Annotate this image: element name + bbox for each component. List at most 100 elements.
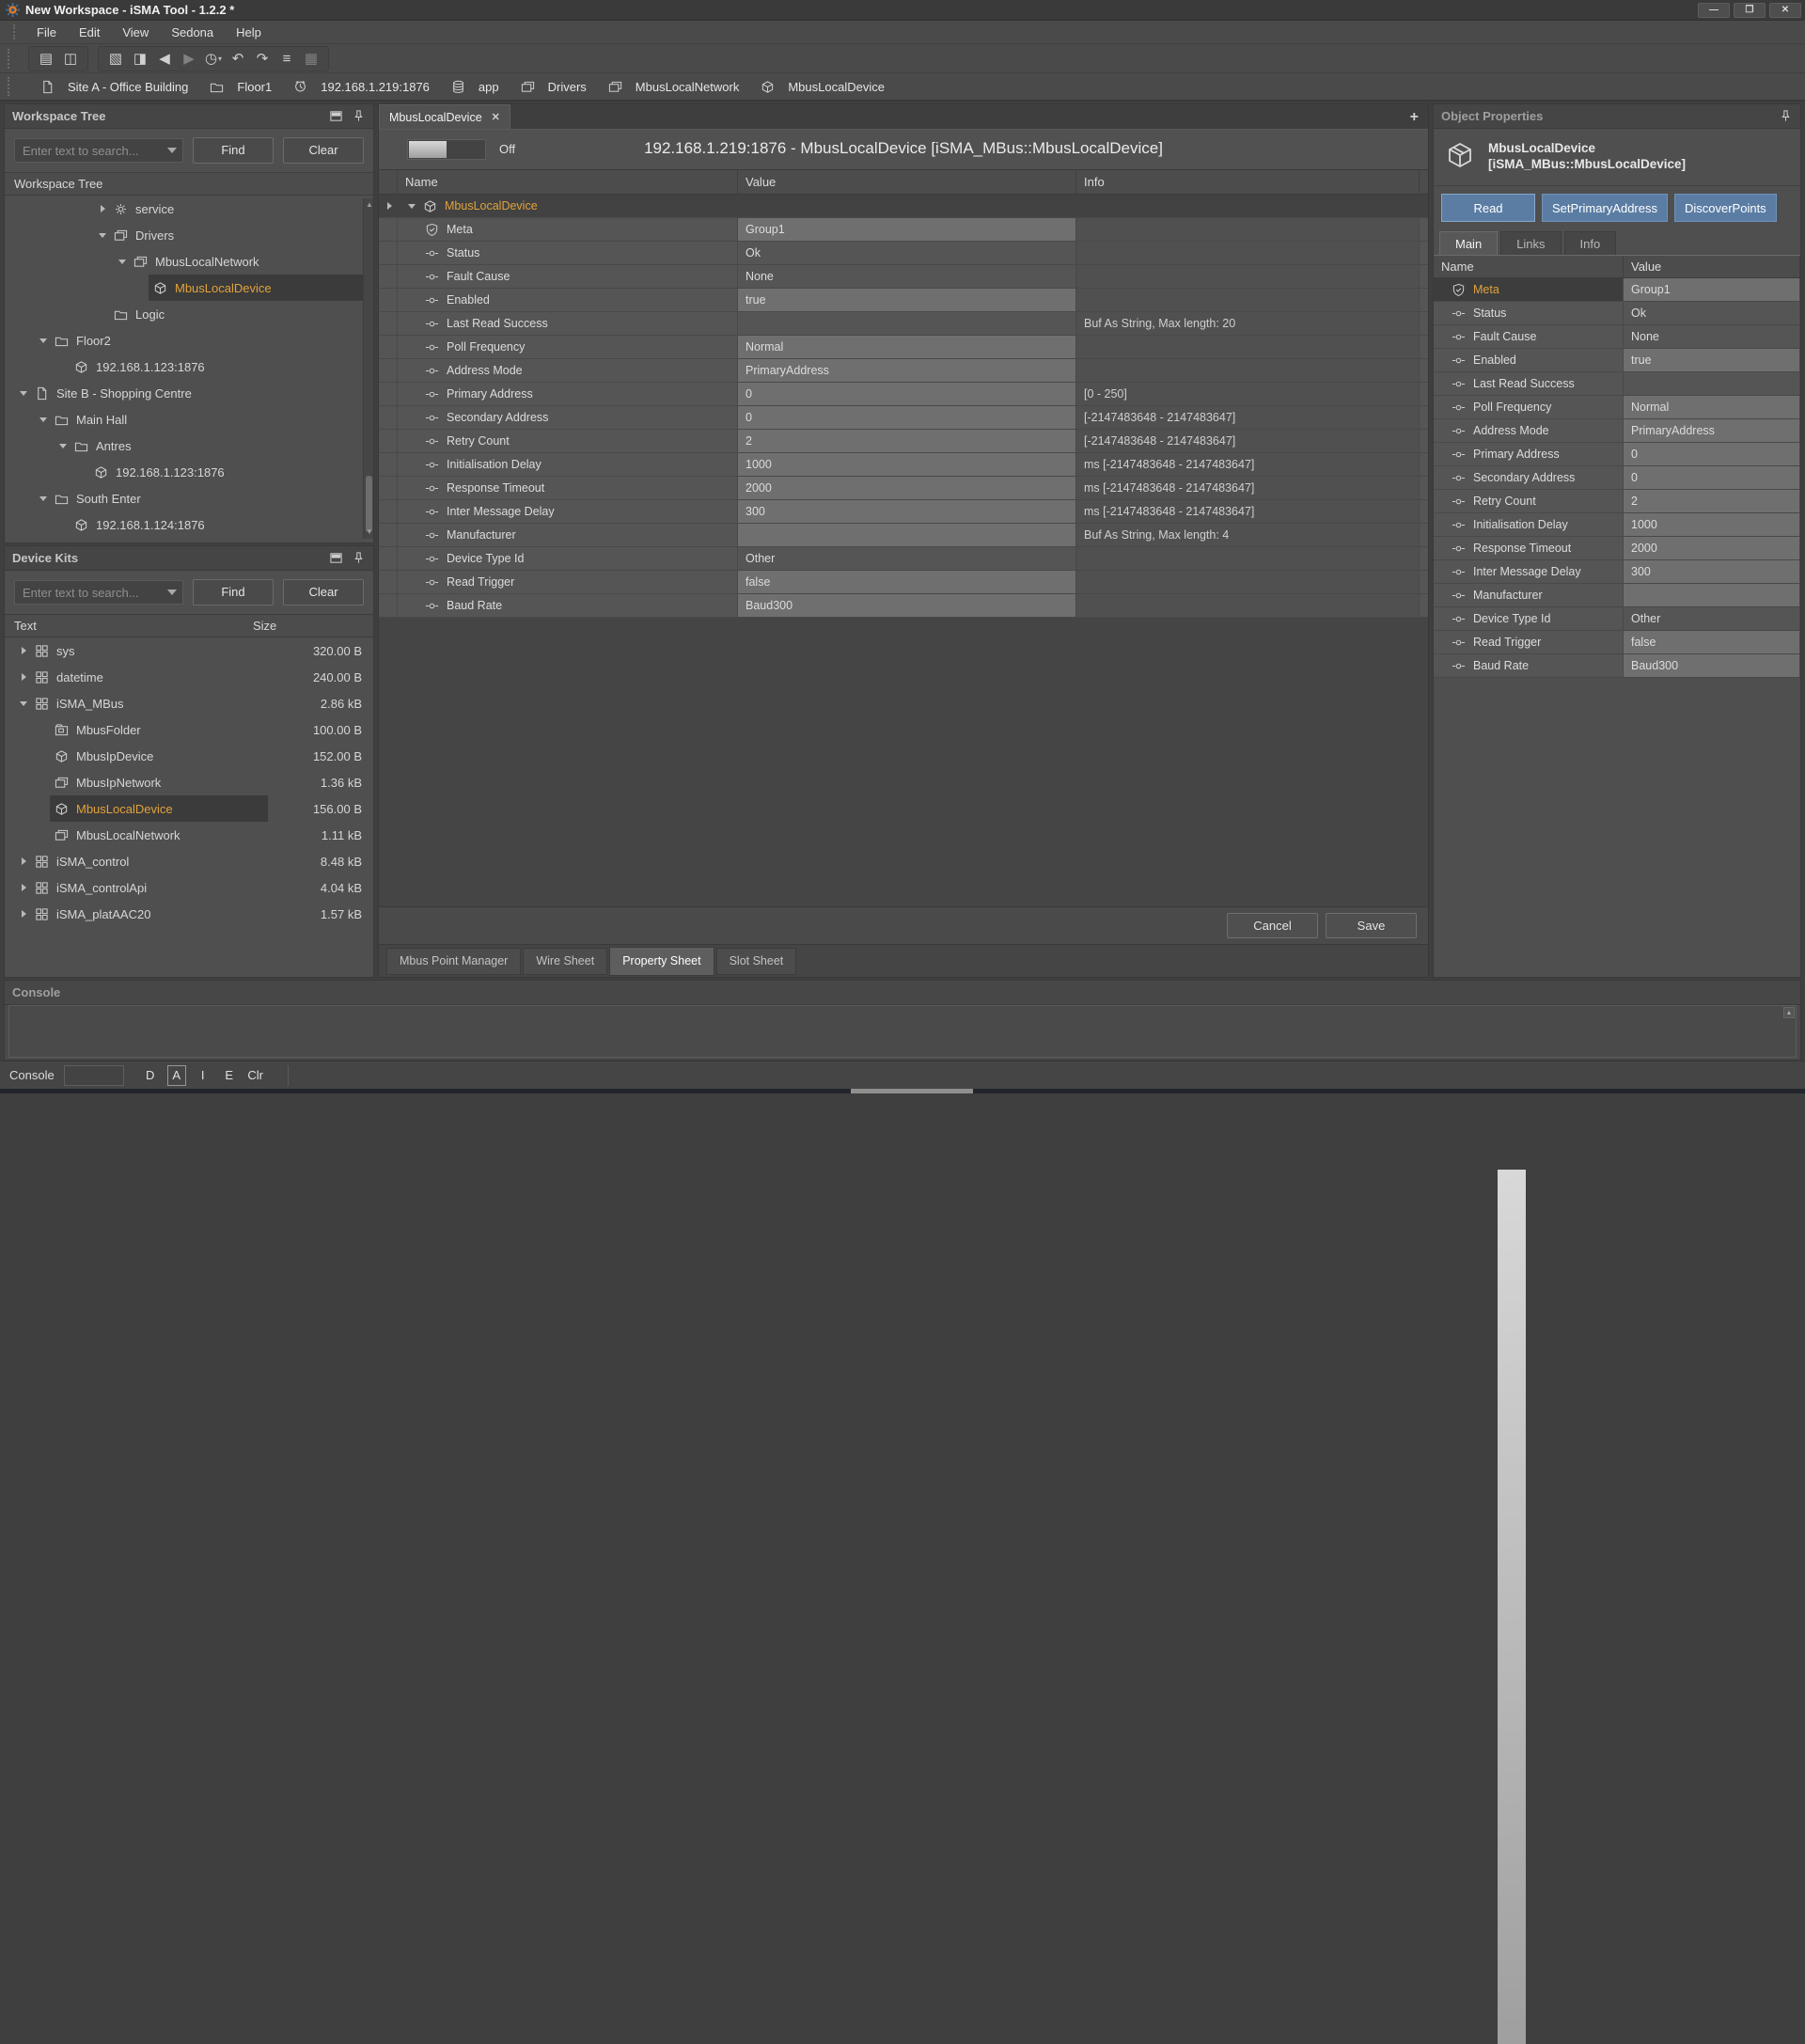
object-property-value[interactable]: 2000: [1624, 537, 1800, 559]
tree-item-south-enter[interactable]: South Enter: [5, 485, 373, 511]
object-row-response-timeout[interactable]: Response Timeout2000: [1434, 537, 1800, 560]
property-value[interactable]: 2: [738, 430, 1076, 452]
console-filter-d[interactable]: D: [141, 1065, 160, 1086]
menu-file[interactable]: File: [26, 23, 67, 42]
expander-closed-icon[interactable]: [17, 857, 30, 865]
breadcrumb-item[interactable]: 192.168.1.219:1876: [289, 79, 430, 94]
chevron-down-icon[interactable]: [167, 148, 177, 153]
close-button[interactable]: ✕: [1769, 3, 1801, 18]
object-row-primary-address[interactable]: Primary Address0: [1434, 443, 1800, 466]
object-property-value[interactable]: 0: [1624, 466, 1800, 489]
workspace-icon[interactable]: ▤: [35, 48, 57, 69]
minimize-button[interactable]: —: [1698, 3, 1730, 18]
object-row-manufacturer[interactable]: Manufacturer: [1434, 584, 1800, 607]
property-value[interactable]: Normal: [738, 336, 1076, 358]
property-value[interactable]: true: [738, 289, 1076, 311]
object-property-value[interactable]: Normal: [1624, 396, 1800, 418]
kit-item-mbuslocalnetwork[interactable]: MbusLocalNetwork1.11 kB: [5, 822, 373, 848]
menu-view[interactable]: View: [112, 23, 159, 42]
kit-item-mbusipnetwork[interactable]: MbusIpNetwork1.36 kB: [5, 769, 373, 795]
property-value[interactable]: 0: [738, 406, 1076, 429]
object-row-meta[interactable]: MetaGroup1: [1434, 278, 1800, 302]
view-tab-wire-sheet[interactable]: Wire Sheet: [523, 948, 607, 975]
redo-icon[interactable]: ↷: [251, 48, 274, 69]
tree-item-192-168-1-123-1876[interactable]: 192.168.1.123:1876: [5, 354, 373, 380]
view-tab-mbus-point-manager[interactable]: Mbus Point Manager: [386, 948, 521, 975]
property-row-response-timeout[interactable]: Response Timeout2000ms [-2147483648 - 21…: [379, 477, 1428, 500]
scroll-down-icon[interactable]: ▼: [366, 528, 373, 536]
library-icon[interactable]: ◨: [129, 48, 151, 69]
object-property-value[interactable]: 2: [1624, 490, 1800, 512]
tree-item-service[interactable]: service: [5, 196, 373, 222]
pin-icon[interactable]: [351, 110, 366, 123]
kits-find-button[interactable]: Find: [193, 579, 274, 605]
expander-open-icon[interactable]: [17, 391, 30, 396]
property-row-initialisation-delay[interactable]: Initialisation Delay1000ms [-2147483648 …: [379, 453, 1428, 477]
property-value[interactable]: 0: [738, 383, 1076, 405]
save-icon[interactable]: ◫: [59, 48, 82, 69]
property-root-row[interactable]: MbusLocalDevice: [379, 195, 1428, 218]
restore-button[interactable]: ❐: [1734, 3, 1766, 18]
kit-item-mbuslocaldevice[interactable]: MbusLocalDevice156.00 B: [5, 795, 373, 822]
tab-mbuslocaldevice[interactable]: MbusLocalDevice ✕: [379, 104, 510, 129]
console-output[interactable]: ▲: [8, 1005, 1797, 1058]
menu-help[interactable]: Help: [226, 23, 272, 42]
expander-open-icon[interactable]: [37, 417, 50, 422]
property-value[interactable]: [738, 524, 1076, 546]
breadcrumb-item[interactable]: Site A - Office Building: [36, 79, 188, 94]
property-row-meta[interactable]: MetaGroup1: [379, 218, 1428, 242]
workspace-find-button[interactable]: Find: [193, 137, 274, 164]
object-row-inter-message-delay[interactable]: Inter Message Delay300: [1434, 560, 1800, 584]
object-property-value[interactable]: true: [1624, 349, 1800, 371]
tree-item-main-hall[interactable]: Main Hall: [5, 406, 373, 432]
kit-item-mbusipdevice[interactable]: MbusIpDevice152.00 B: [5, 743, 373, 769]
kit-item-isma-plataac20[interactable]: iSMA_platAAC201.57 kB: [5, 901, 373, 927]
console-filter-i[interactable]: I: [194, 1065, 212, 1086]
object-row-device-type-id[interactable]: Device Type IdOther: [1434, 607, 1800, 631]
breadcrumb-item[interactable]: Floor1: [205, 79, 272, 94]
property-value[interactable]: Group1: [738, 218, 1076, 241]
property-row-retry-count[interactable]: Retry Count2[-2147483648 - 2147483647]: [379, 430, 1428, 453]
expander-closed-icon[interactable]: [17, 673, 30, 681]
expander-open-icon[interactable]: [405, 204, 418, 209]
object-property-value[interactable]: [1624, 584, 1800, 606]
expander-open-icon[interactable]: [56, 444, 70, 448]
tree-scroll-thumb[interactable]: [366, 476, 372, 532]
pin-icon[interactable]: [351, 552, 366, 565]
object-tab-main[interactable]: Main: [1439, 231, 1498, 255]
tree-item-192-168-1-124-1876[interactable]: 192.168.1.124:1876: [5, 511, 373, 538]
object-property-value[interactable]: PrimaryAddress: [1624, 419, 1800, 442]
list-icon[interactable]: ≡: [275, 48, 298, 69]
discoverpoints-button[interactable]: DiscoverPoints: [1674, 194, 1777, 222]
object-property-value[interactable]: false: [1624, 631, 1800, 653]
menu-edit[interactable]: Edit: [69, 23, 110, 42]
object-property-value[interactable]: 0: [1624, 443, 1800, 465]
history-icon[interactable]: ◷▾: [202, 48, 225, 69]
property-row-fault-cause[interactable]: Fault CauseNone: [379, 265, 1428, 289]
save-button[interactable]: Save: [1326, 913, 1417, 938]
breadcrumb-item[interactable]: Drivers: [516, 79, 587, 94]
read-button[interactable]: Read: [1441, 194, 1535, 222]
console-toggle[interactable]: [64, 1065, 124, 1086]
object-property-value[interactable]: Group1: [1624, 278, 1800, 301]
property-row-device-type-id[interactable]: Device Type IdOther: [379, 547, 1428, 571]
object-row-secondary-address[interactable]: Secondary Address0: [1434, 466, 1800, 490]
property-row-primary-address[interactable]: Primary Address0[0 - 250]: [379, 383, 1428, 406]
expander-closed-icon[interactable]: [17, 647, 30, 654]
workspace-search-input[interactable]: [14, 138, 183, 163]
kit-item-mbusfolder[interactable]: MbusFolder100.00 B: [5, 716, 373, 743]
object-row-baud-rate[interactable]: Baud RateBaud300: [1434, 654, 1800, 678]
kits-search-input[interactable]: [14, 580, 183, 605]
cancel-button[interactable]: Cancel: [1227, 913, 1318, 938]
tree-item-mbuslocalnetwork[interactable]: MbusLocalNetwork: [5, 248, 373, 275]
property-value[interactable]: 1000: [738, 453, 1076, 476]
expander-open-icon[interactable]: [37, 496, 50, 501]
console-filter-clr[interactable]: Clr: [246, 1065, 265, 1086]
property-row-secondary-address[interactable]: Secondary Address0[-2147483648 - 2147483…: [379, 406, 1428, 430]
property-row-address-mode[interactable]: Address ModePrimaryAddress: [379, 359, 1428, 383]
property-value[interactable]: Baud300: [738, 594, 1076, 617]
tree-item-antres[interactable]: Antres: [5, 432, 373, 459]
property-row-poll-frequency[interactable]: Poll FrequencyNormal: [379, 336, 1428, 359]
kit-item-sys[interactable]: sys320.00 B: [5, 637, 373, 664]
menu-sedona[interactable]: Sedona: [161, 23, 224, 42]
